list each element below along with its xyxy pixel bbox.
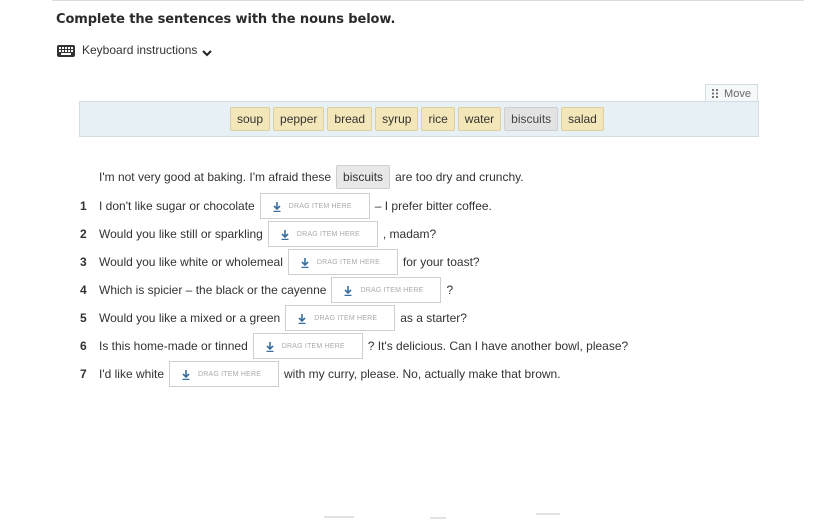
question-number: 6 xyxy=(80,339,87,353)
question-row: 2 Would you like still or sparkling DRAG… xyxy=(80,221,436,247)
question-text-before: I'd like white xyxy=(99,367,164,381)
drop-zone-placeholder: DRAG ITEM HERE xyxy=(288,202,352,210)
question-text-after: , madam? xyxy=(382,227,437,241)
drop-zone[interactable]: DRAG ITEM HERE xyxy=(287,249,398,275)
word-tile[interactable]: syrup xyxy=(375,107,419,131)
question-number: 5 xyxy=(80,311,87,325)
top-divider xyxy=(52,0,804,1)
move-handle[interactable]: Move xyxy=(705,84,758,102)
question-text-before: Is this home-made or tinned xyxy=(99,339,248,353)
question-text-after: as a starter? xyxy=(400,311,467,325)
question-row: 6 Is this home-made or tinned DRAG ITEM … xyxy=(80,333,628,359)
word-tiles: soup pepper bread syrup rice water biscu… xyxy=(230,107,604,131)
drop-zone-placeholder: DRAG ITEM HERE xyxy=(281,342,345,350)
chevron-down-icon xyxy=(202,45,213,57)
example-text-before: I'm not very good at baking. I'm afraid … xyxy=(99,170,332,184)
download-arrow-icon xyxy=(281,229,289,241)
question-number: 2 xyxy=(80,227,87,241)
word-tile[interactable]: pepper xyxy=(273,107,325,131)
drop-zone[interactable]: DRAG ITEM HERE xyxy=(252,333,363,359)
download-arrow-icon xyxy=(298,313,306,325)
drop-zone-placeholder: DRAG ITEM HERE xyxy=(314,314,378,322)
drop-zone[interactable]: DRAG ITEM HERE xyxy=(285,305,396,331)
question-number: 1 xyxy=(80,199,87,213)
question-text-before: Which is spicier – the black or the caye… xyxy=(99,283,327,297)
grip-icon xyxy=(712,89,719,98)
question-row: 7 I'd like white DRAG ITEM HERE with my … xyxy=(80,361,561,387)
faint-mark xyxy=(430,517,446,519)
question-text-after: ? xyxy=(446,283,454,297)
word-tile-used[interactable]: biscuits xyxy=(504,107,559,131)
download-arrow-icon xyxy=(344,285,353,297)
word-tile[interactable]: rice xyxy=(421,107,455,131)
question-number: 7 xyxy=(80,367,87,381)
question-text-after: with my curry, please. No, actually make… xyxy=(284,367,561,381)
question-text-before: Would you like still or sparkling xyxy=(99,227,263,241)
keyboard-icon xyxy=(57,44,75,57)
question-text-after: for your toast? xyxy=(402,255,480,269)
word-tile[interactable]: bread xyxy=(327,107,373,131)
word-tile[interactable]: salad xyxy=(561,107,604,131)
drop-zone-placeholder: DRAG ITEM HERE xyxy=(316,258,380,266)
word-tile[interactable]: water xyxy=(457,107,502,131)
download-arrow-icon xyxy=(273,201,281,213)
question-row: 4 Which is spicier – the black or the ca… xyxy=(80,277,453,303)
instruction-title: Complete the sentences with the nouns be… xyxy=(56,12,396,27)
drop-zone-placeholder: DRAG ITEM HERE xyxy=(360,286,424,294)
question-text-before: Would you like white or wholemeal xyxy=(99,255,283,269)
drop-zone[interactable]: DRAG ITEM HERE xyxy=(331,277,442,303)
download-arrow-icon xyxy=(301,257,309,269)
question-row: 1 I don't like sugar or chocolate DRAG I… xyxy=(80,193,492,219)
faint-mark xyxy=(324,516,354,518)
question-text-before: I don't like sugar or chocolate xyxy=(99,199,255,213)
download-arrow-icon xyxy=(182,369,190,381)
keyboard-instructions-label: Keyboard instructions xyxy=(82,43,198,57)
question-number: 3 xyxy=(80,255,87,269)
move-label: Move xyxy=(724,87,751,100)
word-tile[interactable]: soup xyxy=(230,107,271,131)
example-text-after: are too dry and crunchy. xyxy=(395,170,524,184)
example-answer: biscuits xyxy=(336,165,391,189)
download-arrow-icon xyxy=(266,341,274,353)
drop-zone[interactable]: DRAG ITEM HERE xyxy=(267,221,378,247)
question-row: 3 Would you like white or wholemeal DRAG… xyxy=(80,249,480,275)
drop-zone[interactable]: DRAG ITEM HERE xyxy=(169,361,279,387)
example-sentence: I'm not very good at baking. I'm afraid … xyxy=(80,164,524,190)
drop-zone-placeholder: DRAG ITEM HERE xyxy=(296,230,360,238)
faint-mark xyxy=(536,513,560,515)
drop-zone[interactable]: DRAG ITEM HERE xyxy=(259,193,370,219)
question-number: 4 xyxy=(80,283,87,297)
question-row: 5 Would you like a mixed or a green DRAG… xyxy=(80,305,467,331)
question-text-after: – I prefer bitter coffee. xyxy=(374,199,492,213)
drop-zone-placeholder: DRAG ITEM HERE xyxy=(198,370,262,378)
keyboard-instructions-toggle[interactable]: Keyboard instructions xyxy=(57,41,213,59)
question-text-before: Would you like a mixed or a green xyxy=(99,311,281,325)
question-text-after: ? It's delicious. Can I have another bow… xyxy=(367,339,629,353)
